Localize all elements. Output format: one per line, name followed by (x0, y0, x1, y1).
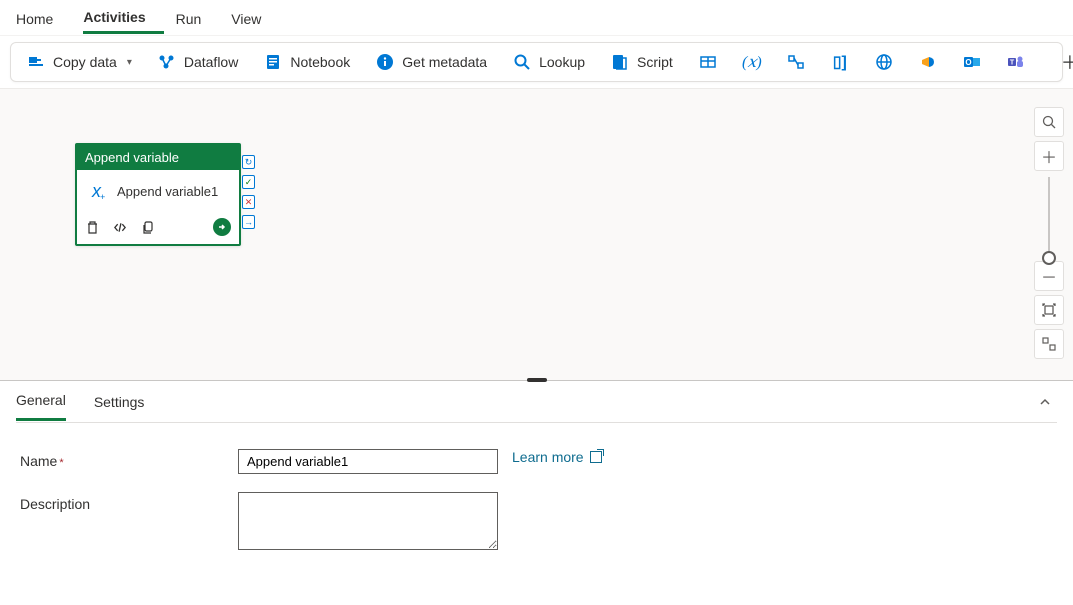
toolbar-extra-1[interactable] (689, 47, 727, 77)
megaphone-icon (919, 53, 937, 71)
activity-name: Append variable1 (117, 184, 218, 199)
panel-tab-general[interactable]: General (16, 382, 66, 421)
script-label: Script (637, 54, 673, 70)
info-icon (376, 53, 394, 71)
svg-text:+: + (100, 192, 105, 202)
brackets-icon: ▯] (831, 53, 849, 71)
script-button[interactable]: Script (601, 47, 683, 77)
activity-type-header: Append variable (77, 145, 239, 170)
tab-home[interactable]: Home (16, 3, 71, 33)
zoom-out-button[interactable]: － (1034, 261, 1064, 291)
panel-tab-bar: General Settings (16, 381, 1057, 423)
toolbar-variable[interactable]: (𝑥) (733, 47, 771, 77)
zoom-handle[interactable] (1042, 251, 1056, 265)
connector-success[interactable]: ✓ (242, 175, 255, 189)
description-row: Description (20, 492, 1053, 550)
tab-activities[interactable]: Activities (83, 1, 163, 34)
toolbar-extra-4[interactable]: ▯] (821, 47, 859, 77)
tab-run[interactable]: Run (176, 3, 220, 33)
chevron-down-icon: ▾ (127, 57, 132, 68)
name-label: Name* (20, 449, 238, 469)
copy-data-label: Copy data (53, 54, 117, 70)
zoom-in-button[interactable]: ＋ (1034, 141, 1064, 171)
description-textarea[interactable] (238, 492, 498, 550)
panel-tab-settings[interactable]: Settings (94, 384, 145, 420)
notebook-label: Notebook (290, 54, 350, 70)
variable-icon: (𝑥) (743, 53, 761, 71)
run-arrow-icon[interactable] (213, 218, 231, 236)
search-icon (513, 53, 531, 71)
required-indicator: * (59, 457, 63, 469)
globe-icon (875, 53, 893, 71)
toolbar-extra-3[interactable] (777, 47, 815, 77)
toolbar-extra-6[interactable] (909, 47, 947, 77)
activity-actions (77, 212, 239, 244)
pipeline-canvas[interactable]: Append variable x+ Append variable1 ↻ ✓ (0, 88, 1073, 381)
toolbar-teams[interactable]: T (997, 47, 1035, 77)
learn-more-text: Learn more (512, 449, 584, 465)
outlook-icon: O (963, 53, 981, 71)
name-label-text: Name (20, 453, 57, 469)
external-link-icon (590, 451, 602, 463)
zoom-slider[interactable] (1048, 177, 1050, 259)
general-form: Name* Learn more Description (16, 423, 1057, 594)
dataflow-icon (158, 53, 176, 71)
teams-icon: T (1007, 53, 1025, 71)
canvas-search-button[interactable] (1034, 107, 1064, 137)
table-icon (699, 53, 717, 71)
canvas-controls: ＋ － (1033, 107, 1065, 363)
top-tab-bar: Home Activities Run View (0, 0, 1073, 36)
panel-resize-handle[interactable] (527, 378, 547, 382)
zoom-fit-button[interactable] (1034, 295, 1064, 325)
pipeline-icon (787, 53, 805, 71)
activities-toolbar: Copy data ▾ Dataflow Notebook Get metada… (10, 42, 1063, 82)
toolbar-container: Copy data ▾ Dataflow Notebook Get metada… (0, 36, 1073, 88)
dataflow-button[interactable]: Dataflow (148, 47, 248, 77)
notebook-icon (264, 53, 282, 71)
connector-skip[interactable]: → (242, 215, 255, 229)
connector-default[interactable]: ↻ (242, 155, 255, 169)
svg-text:T: T (1010, 60, 1015, 67)
copy-data-icon (27, 53, 45, 71)
variable-x-icon: x+ (85, 180, 107, 202)
get-metadata-label: Get metadata (402, 54, 487, 70)
connector-failure[interactable]: ✕ (242, 195, 255, 209)
description-label: Description (20, 492, 238, 512)
name-input[interactable] (238, 449, 498, 474)
name-row: Name* Learn more (20, 449, 1053, 474)
dataflow-label: Dataflow (184, 54, 238, 70)
delete-icon[interactable] (85, 220, 99, 234)
activity-connectors: ↻ ✓ ✕ → (242, 155, 255, 229)
minimap-button[interactable] (1034, 329, 1064, 359)
plus-icon: ＋ (1061, 53, 1073, 71)
collapse-panel-button[interactable] (1033, 390, 1057, 414)
svg-text:O: O (965, 58, 971, 67)
lookup-label: Lookup (539, 54, 585, 70)
properties-panel: General Settings Name* Learn more Descri… (0, 381, 1073, 594)
add-activity-button[interactable]: ＋ ▾ (1051, 47, 1073, 77)
activity-card[interactable]: Append variable x+ Append variable1 (75, 143, 241, 246)
copy-data-button[interactable]: Copy data ▾ (17, 47, 142, 77)
tab-view[interactable]: View (231, 3, 279, 33)
get-metadata-button[interactable]: Get metadata (366, 47, 497, 77)
activity-body: x+ Append variable1 (77, 170, 239, 212)
copy-icon[interactable] (141, 220, 155, 234)
script-icon (611, 53, 629, 71)
toolbar-web[interactable] (865, 47, 903, 77)
lookup-button[interactable]: Lookup (503, 47, 595, 77)
toolbar-outlook[interactable]: O (953, 47, 991, 77)
learn-more-link[interactable]: Learn more (512, 449, 602, 465)
notebook-button[interactable]: Notebook (254, 47, 360, 77)
code-icon[interactable] (113, 220, 127, 234)
